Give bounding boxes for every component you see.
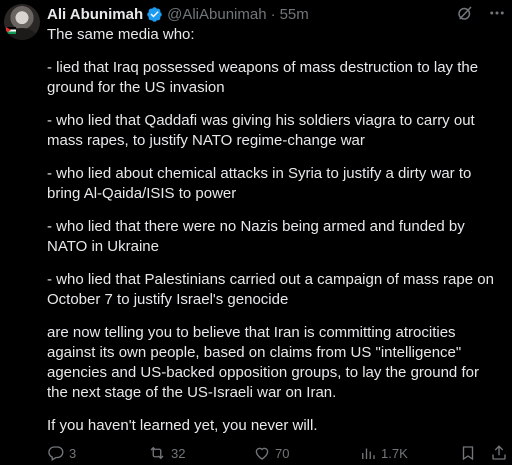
heart-icon — [255, 447, 269, 460]
tweet-paragraph: - lied that Iraq possessed weapons of ma… — [47, 59, 479, 96]
repost-icon — [150, 446, 164, 460]
avatar[interactable] — [4, 4, 40, 40]
header-separator: · — [270, 5, 276, 23]
bookmark-icon — [462, 446, 474, 461]
avatar-flag — [6, 27, 16, 34]
tweet-paragraph: The same media who: — [47, 26, 195, 43]
reply-icon — [48, 446, 64, 461]
author-name[interactable]: Ali Abunimah — [47, 6, 143, 23]
views-icon — [362, 448, 375, 459]
reply-button[interactable]: 3 — [47, 444, 76, 462]
views-button[interactable]: 1.7K — [359, 444, 408, 462]
views-count: 1.7K — [381, 445, 408, 461]
tweet-paragraph: - who lied that Palestinians carried out… — [47, 271, 494, 308]
tweet-header: Ali Abunimah @AliAbunimah · 55m — [47, 4, 309, 24]
top-icons — [456, 4, 506, 22]
action-bar: 3 32 70 1.7K — [47, 443, 507, 463]
reply-count: 3 — [69, 445, 77, 461]
tweet-paragraph: If you haven't learned yet, you never wi… — [47, 417, 318, 434]
repost-count: 32 — [171, 445, 186, 461]
like-button[interactable]: 70 — [253, 444, 289, 462]
share-icon — [492, 445, 506, 460]
tweet-paragraph: - who lied that there were no Nazis bein… — [47, 218, 465, 255]
author-handle[interactable]: @AliAbunimah — [167, 6, 266, 23]
tweet-paragraph: - who lied about chemical attacks in Syr… — [47, 165, 472, 202]
more-icon[interactable] — [488, 4, 506, 22]
like-count: 70 — [275, 445, 290, 461]
bookmark-button[interactable] — [459, 444, 477, 462]
tweet-text: The same media who: - lied that Iraq pos… — [47, 25, 499, 436]
tweet[interactable]: Ali Abunimah @AliAbunimah · 55m The same… — [0, 0, 512, 465]
tweet-paragraph: are now telling you to believe that Iran… — [47, 324, 479, 401]
tweet-time[interactable]: 55m — [280, 6, 309, 23]
repost-button[interactable]: 32 — [147, 444, 185, 462]
grok-icon[interactable] — [456, 4, 474, 22]
verified-badge-icon[interactable] — [146, 6, 163, 23]
share-button[interactable] — [490, 444, 508, 462]
tweet-paragraph: - who lied that Qaddafi was giving his s… — [47, 112, 475, 149]
